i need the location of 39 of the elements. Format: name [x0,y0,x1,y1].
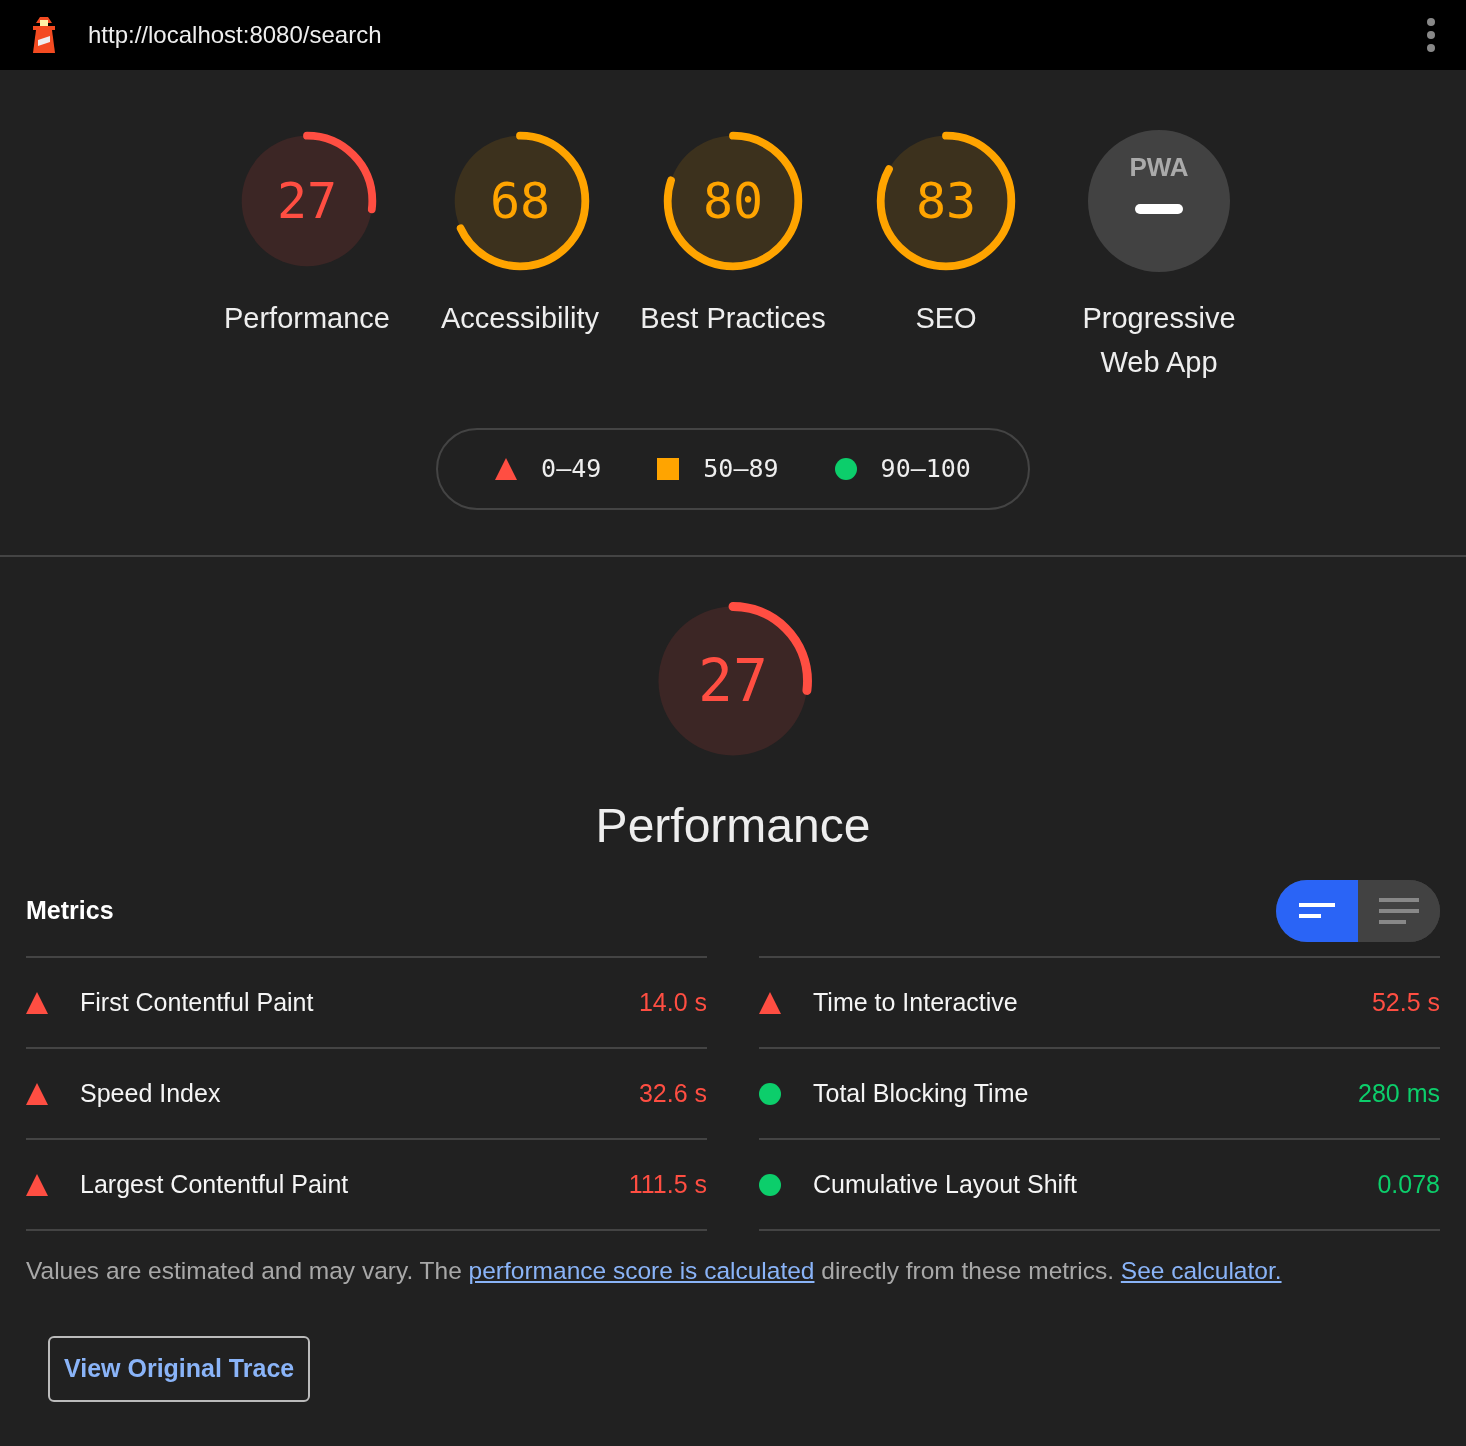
legend-range: 50–89 [703,453,779,486]
metric-name: Speed Index [80,1077,221,1109]
metric-value: 32.6 s [638,1077,707,1109]
score-value: 68 [489,170,551,232]
view-trace-button[interactable]: View Original Trace [48,1335,311,1402]
metric-value: 280 ms [1358,1077,1440,1109]
metric-name: Time to Interactive [813,986,1018,1018]
calculator-link[interactable]: See calculator. [1120,1257,1282,1284]
legend-range: 0–49 [541,453,602,486]
metrics-heading: Metrics [26,895,114,927]
score-value: 27 [698,645,768,717]
category-title: Performance [595,798,871,854]
pwa-logo-text: PWA [1129,154,1189,180]
category-label: SEO [914,301,978,336]
metrics-footnote: Values are estimated and may vary. The performance score is calculated directly from these metrics. See calculator. [26,1256,1283,1286]
category-label: Progressive Web App [1081,301,1237,380]
metric-value: 14.0 s [638,986,707,1018]
view-toggle-option[interactable] [1276,880,1358,942]
more-options-icon[interactable] [1426,17,1436,53]
metric-name: Largest Contentful Paint [80,1168,349,1200]
metric-name: Total Blocking Time [813,1077,1029,1109]
page-url: http://localhost:8080/search [88,20,382,50]
metric-value: 111.5 s [628,1168,707,1200]
category-label: Accessibility [440,301,600,336]
dash-icon [1135,204,1183,214]
score-value: 83 [915,170,977,232]
score-calculation-link[interactable]: performance score is calculated [468,1257,815,1284]
legend-range: 90–100 [880,453,971,486]
metric-value: 0.078 [1377,1168,1440,1200]
lines-icon [1379,898,1419,924]
metric-name: Cumulative Layout Shift [813,1168,1078,1200]
metric-value: 52.5 s [1371,986,1440,1018]
metric-name: First Contentful Paint [80,986,314,1018]
lighthouse-icon [30,15,58,55]
lines-icon [1299,903,1335,919]
score-value: 27 [276,170,338,232]
score-value: 80 [702,170,764,232]
category-label: Performance [223,301,391,336]
category-label: Best Practices [639,301,827,336]
